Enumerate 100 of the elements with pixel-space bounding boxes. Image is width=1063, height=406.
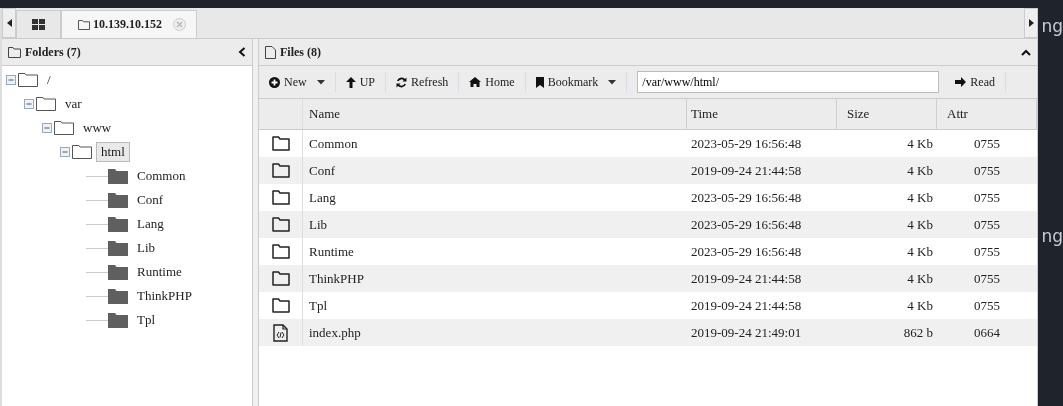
path-field[interactable]: /var/www/html/ (637, 71, 940, 93)
arrow-up-icon (345, 76, 356, 88)
file-time: 2023-05-29 16:56:48 (690, 188, 803, 207)
tree-item[interactable]: Lib (132, 238, 161, 258)
folder-icon (78, 19, 90, 30)
bookmark-icon (535, 76, 544, 88)
folder-icon (108, 312, 128, 328)
tree-item[interactable]: Common (132, 166, 191, 186)
collapse-toggle-icon[interactable] (24, 99, 34, 109)
file-size: 862 b (902, 323, 934, 342)
tab-label: 10.139.10.152 (93, 17, 162, 32)
toolbar-button[interactable]: Refresh (390, 70, 455, 94)
file-time: 2019-09-24 21:44:58 (690, 296, 803, 315)
file-name[interactable]: index.php (303, 319, 687, 346)
file-time: 2023-05-29 16:56:48 (690, 242, 803, 261)
home-icon (469, 77, 482, 87)
caret-icon (608, 79, 617, 85)
file-size: 4 Kb (906, 215, 934, 234)
folder-icon (108, 264, 128, 280)
file-time: 2019-09-24 21:44:58 (690, 269, 803, 288)
folder-icon (271, 298, 290, 313)
tree-item[interactable]: Lang (132, 214, 169, 234)
tree-item[interactable]: var (60, 94, 87, 114)
column-header[interactable]: Size (837, 99, 937, 129)
toolbar-button[interactable]: UP (339, 70, 381, 94)
folder-icon (271, 163, 290, 178)
tree-item[interactable]: Conf (132, 190, 168, 210)
tree-item[interactable]: / (42, 70, 56, 90)
collapse-toggle-icon[interactable] (6, 75, 16, 85)
column-header[interactable]: Name (303, 99, 687, 129)
collapse-icon[interactable] (238, 47, 246, 57)
file-attr: 0755 (973, 134, 1001, 153)
file-name[interactable]: Lang (303, 184, 687, 211)
file-size: 4 Kb (906, 242, 934, 261)
file-name[interactable]: ThinkPHP (303, 265, 687, 292)
plus-icon (269, 76, 280, 88)
collapse-toggle-icon[interactable] (60, 147, 70, 157)
folder-icon (72, 145, 92, 159)
column-header[interactable]: Attr (937, 99, 1037, 129)
folder-icon (271, 190, 290, 205)
folder-icon (18, 73, 38, 87)
folder-icon (271, 217, 290, 232)
column-header[interactable]: Time (687, 99, 837, 129)
folder-icon (8, 46, 21, 58)
caret-icon (316, 79, 325, 85)
file-size: 4 Kb (906, 296, 934, 315)
grid-tab[interactable] (16, 10, 61, 38)
tree-item[interactable]: Runtime (132, 262, 187, 282)
file-name[interactable]: Common (303, 130, 687, 157)
tree-item[interactable]: html (96, 142, 130, 162)
toolbar-button[interactable]: Home (463, 70, 521, 94)
scroll-left-button[interactable] (2, 8, 16, 38)
background-text: ng (1041, 16, 1063, 36)
tree-item[interactable]: www (78, 118, 117, 138)
file-attr: 0755 (973, 215, 1001, 234)
toolbar-button[interactable]: Bookmark (529, 70, 623, 94)
refresh-icon (396, 76, 407, 88)
file-attr: 0755 (973, 161, 1001, 180)
folder-icon (108, 168, 128, 184)
file-time: 2023-05-29 16:56:48 (690, 215, 803, 234)
file-attr: 0755 (973, 296, 1001, 315)
tree-item[interactable]: Tpl (132, 310, 161, 330)
file-icon (265, 45, 276, 59)
host-tab[interactable]: 10.139.10.152 (61, 10, 197, 38)
background-text: ng (1041, 226, 1063, 246)
read-button[interactable]: Read (949, 70, 1001, 94)
file-time: 2019-09-24 21:44:58 (690, 161, 803, 180)
folders-title: Folders (7) (25, 44, 81, 60)
file-size: 4 Kb (906, 134, 934, 153)
folder-icon (108, 240, 128, 256)
file-size: 4 Kb (906, 269, 934, 288)
folder-icon (271, 136, 290, 151)
right-triangle-icon (1028, 19, 1034, 27)
file-attr: 0755 (973, 269, 1001, 288)
folder-icon (271, 271, 290, 286)
collapse-toggle-icon[interactable] (42, 123, 52, 133)
file-size: 4 Kb (906, 188, 934, 207)
collapse-icon[interactable] (1021, 48, 1032, 56)
file-time: 2019-09-24 21:49:01 (690, 323, 803, 342)
folder-icon (108, 216, 128, 232)
scroll-right-button[interactable] (1024, 8, 1039, 38)
file-attr: 0755 (973, 242, 1001, 261)
left-triangle-icon (6, 19, 12, 27)
file-attr: 0755 (973, 188, 1001, 207)
folder-icon (36, 97, 56, 111)
folder-icon (108, 192, 128, 208)
grid-icon (32, 19, 45, 30)
file-name[interactable]: Lib (303, 211, 687, 238)
code-file-icon (273, 323, 288, 342)
folder-icon (54, 121, 74, 135)
file-size: 4 Kb (906, 161, 934, 180)
tree-item[interactable]: ThinkPHP (132, 286, 197, 306)
files-title: Files (8) (280, 44, 321, 60)
arrow-right-icon (955, 77, 967, 87)
toolbar-button[interactable]: New (263, 70, 331, 94)
file-name[interactable]: Runtime (303, 238, 687, 265)
folder-icon (271, 244, 290, 259)
file-name[interactable]: Tpl (303, 292, 687, 319)
file-name[interactable]: Conf (303, 157, 687, 184)
folder-icon (108, 288, 128, 304)
